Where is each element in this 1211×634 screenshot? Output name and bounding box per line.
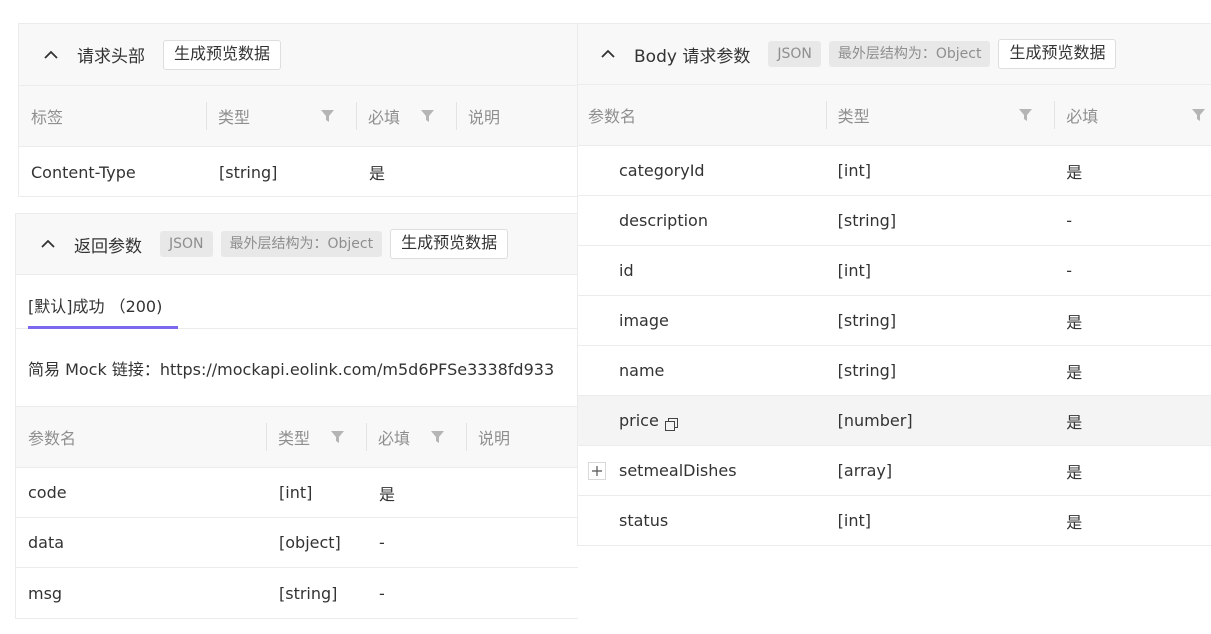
table-row: categoryId [int] 是 — [578, 146, 1211, 196]
param-name: status — [619, 511, 669, 530]
tab-default-success[interactable]: [默认]成功 （200) — [28, 293, 178, 329]
param-name-cell: price — [578, 411, 826, 431]
format-tag: JSON — [160, 231, 213, 257]
column-type: 类型 — [825, 85, 1055, 145]
param-required: 是 — [1066, 162, 1083, 182]
table-row: name [string] 是 — [578, 346, 1211, 396]
param-type: [string] — [219, 162, 278, 182]
param-name: price — [619, 411, 659, 430]
column-required: 必填 — [356, 86, 456, 146]
generate-preview-button[interactable]: 生成预览数据 — [998, 39, 1117, 69]
param-required: 是 — [379, 484, 396, 504]
column-type: 类型 — [206, 86, 356, 146]
panel-title: 请求头部 — [77, 47, 145, 67]
param-type: [string] — [837, 211, 897, 230]
response-params-panel: 返回参数 JSON 最外层结构为：Object 生成预览数据 [默认]成功 （2… — [15, 213, 578, 619]
format-tag: JSON — [768, 41, 821, 67]
expand-plus-icon[interactable] — [588, 461, 606, 480]
structure-tag: 最外层结构为：Object — [220, 231, 383, 257]
param-required: 是 — [369, 164, 386, 183]
table-header: 参数名 类型 必填 — [578, 85, 1211, 146]
param-type: [int] — [837, 161, 871, 180]
table-row: status [int] 是 — [578, 496, 1211, 546]
param-type: [int] — [279, 483, 313, 502]
param-type: [string] — [837, 311, 897, 330]
param-name: code — [28, 483, 67, 502]
param-required: 是 — [1066, 512, 1083, 532]
param-required: - — [379, 583, 385, 603]
param-required: 是 — [1066, 312, 1083, 332]
table-row-hovered: price [number] 是 — [578, 396, 1211, 446]
param-required: - — [1066, 261, 1073, 280]
column-description: 说明 — [456, 86, 576, 146]
column-param-name: 参数名 — [28, 429, 77, 448]
filter-icon[interactable] — [431, 431, 444, 443]
param-name: msg — [28, 583, 63, 603]
param-required: - — [379, 533, 385, 552]
table-row: id [int] - — [578, 246, 1211, 296]
column-required: 必填 — [1054, 85, 1211, 145]
structure-tag: 最外层结构为：Object — [828, 41, 991, 67]
table-row: msg [string] - — [16, 568, 578, 618]
table-row: image [string] 是 — [578, 296, 1211, 346]
param-required: 是 — [1066, 412, 1083, 432]
param-name: categoryId — [619, 161, 705, 180]
param-type: [string] — [279, 583, 338, 603]
chevron-up-icon[interactable] — [43, 47, 59, 63]
param-type: [number] — [837, 411, 913, 430]
table-header: 标签 类型 必填 说明 — [19, 86, 578, 147]
copy-icon[interactable] — [664, 416, 678, 431]
column-required: 必填 — [366, 407, 466, 467]
column-label: 标签 — [31, 108, 64, 127]
column-type: 类型 — [266, 407, 366, 467]
body-params-panel: Body 请求参数 JSON 最外层结构为：Object 生成预览数据 参数名 … — [577, 23, 1211, 546]
param-required: 是 — [1066, 462, 1083, 482]
table-row: Content-Type [string] 是 — [19, 147, 578, 196]
filter-icon[interactable] — [421, 110, 434, 122]
param-required: 是 — [1066, 362, 1083, 382]
param-required: - — [1066, 211, 1073, 230]
panel-title: 返回参数 — [74, 236, 142, 257]
request-headers-panel: 请求头部 生成预览数据 标签 类型 必填 说明 Content-Type [st… — [18, 23, 578, 197]
filter-icon[interactable] — [1019, 109, 1033, 121]
filter-icon[interactable] — [331, 431, 344, 443]
param-type: [int] — [837, 511, 871, 530]
panel-title: Body 请求参数 — [634, 46, 751, 67]
table-row: data [object] - — [16, 518, 578, 568]
chevron-up-icon[interactable] — [40, 236, 56, 252]
param-name: setmealDishes — [619, 461, 737, 480]
column-param-name: 参数名 — [588, 107, 637, 126]
table-header: 参数名 类型 必填 说明 — [16, 407, 578, 468]
param-type: [string] — [837, 361, 897, 380]
param-name: image — [619, 311, 669, 330]
filter-icon[interactable] — [321, 110, 334, 122]
chevron-up-icon[interactable] — [600, 46, 616, 62]
param-type: [object] — [279, 533, 341, 552]
param-name: data — [28, 533, 65, 552]
param-name: description — [619, 211, 708, 230]
table-row: description [string] - — [578, 196, 1211, 246]
column-description: 说明 — [466, 407, 566, 467]
param-name: id — [619, 261, 634, 280]
mock-link[interactable]: 简易 Mock 链接：https://mockapi.eolink.com/m5… — [16, 329, 578, 407]
param-name: name — [619, 361, 665, 380]
param-name: Content-Type — [31, 162, 136, 182]
generate-preview-button[interactable]: 生成预览数据 — [390, 229, 509, 259]
table-row: code [int] 是 — [16, 468, 578, 518]
response-tabs: [默认]成功 （200) — [16, 275, 578, 329]
generate-preview-button[interactable]: 生成预览数据 — [163, 39, 282, 70]
filter-icon[interactable] — [1192, 109, 1206, 121]
param-type: [array] — [837, 461, 893, 480]
param-type: [int] — [837, 261, 871, 280]
table-row: setmealDishes [array] 是 — [578, 446, 1211, 496]
